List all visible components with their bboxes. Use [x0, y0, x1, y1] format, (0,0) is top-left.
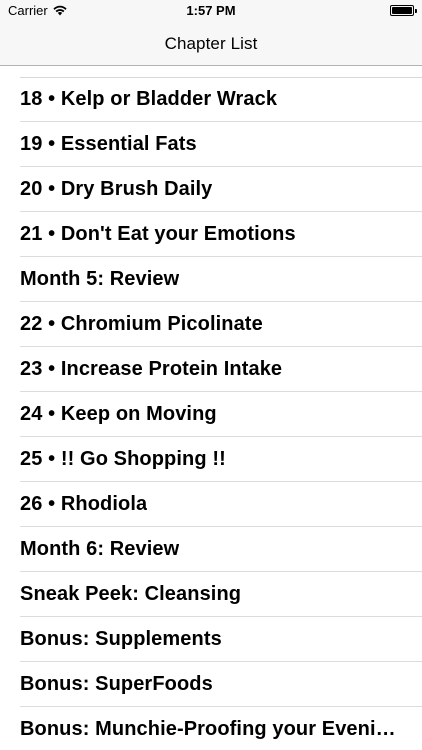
- chapter-item[interactable]: 24 • Keep on Moving: [0, 392, 422, 437]
- navigation-bar: Chapter List: [0, 22, 422, 66]
- chapter-label: 25 • !! Go Shopping !!: [20, 448, 226, 470]
- chapter-item[interactable]: 19 • Essential Fats: [0, 122, 422, 167]
- chapter-item[interactable]: Month 6: Review: [0, 527, 422, 572]
- chapter-item[interactable]: 22 • Chromium Picolinate: [0, 302, 422, 347]
- chapter-item[interactable]: 26 • Rhodiola: [0, 482, 422, 527]
- chapter-label: Sneak Peek: Cleansing: [20, 583, 242, 605]
- chapter-label: Bonus: SuperFoods: [20, 673, 213, 695]
- chapter-label: Bonus: Supplements: [20, 628, 222, 650]
- chapter-label: 18 • Kelp or Bladder Wrack: [20, 88, 278, 110]
- chapter-label: Month 6: Review: [20, 538, 180, 560]
- chapter-label: 22 • Chromium Picolinate: [20, 313, 263, 335]
- chapter-item[interactable]: 21 • Don't Eat your Emotions: [0, 212, 422, 257]
- chapter-label: Bonus: Munchie-Proofing your Evenings: [20, 718, 406, 740]
- chapter-item[interactable]: Bonus: Supplements: [0, 617, 422, 662]
- chapter-label: 21 • Don't Eat your Emotions: [20, 223, 296, 245]
- status-time: 1:57 PM: [186, 3, 236, 18]
- chapter-item[interactable]: 18 • Kelp or Bladder Wrack: [0, 77, 422, 122]
- chapter-label: 24 • Keep on Moving: [20, 403, 217, 425]
- chapter-label: 26 • Rhodiola: [20, 493, 148, 515]
- chapter-item[interactable]: Bonus: Munchie-Proofing your Evenings: [0, 707, 422, 750]
- chapter-item[interactable]: Month 5: Review: [0, 257, 422, 302]
- status-bar: Carrier 1:57 PM: [0, 0, 422, 22]
- page-title: Chapter List: [164, 34, 258, 53]
- chapter-list: 18 • Kelp or Bladder Wrack 19 • Essentia…: [0, 77, 422, 750]
- app-screen: Carrier 1:57 PM Chapter List 18 • Kelp o…: [0, 0, 422, 750]
- chapter-item[interactable]: 20 • Dry Brush Daily: [0, 167, 422, 212]
- chapter-label: 20 • Dry Brush Daily: [20, 178, 213, 200]
- chapter-item[interactable]: Bonus: SuperFoods: [0, 662, 422, 707]
- chapter-item[interactable]: 23 • Increase Protein Intake: [0, 347, 422, 392]
- battery-icon: [390, 5, 417, 16]
- chapter-item[interactable]: 25 • !! Go Shopping !!: [0, 437, 422, 482]
- chapter-label: 23 • Increase Protein Intake: [20, 358, 283, 380]
- chapter-item[interactable]: Sneak Peek: Cleansing: [0, 572, 422, 617]
- chapter-label: 19 • Essential Fats: [20, 133, 197, 155]
- chapter-label: Month 5: Review: [20, 268, 180, 290]
